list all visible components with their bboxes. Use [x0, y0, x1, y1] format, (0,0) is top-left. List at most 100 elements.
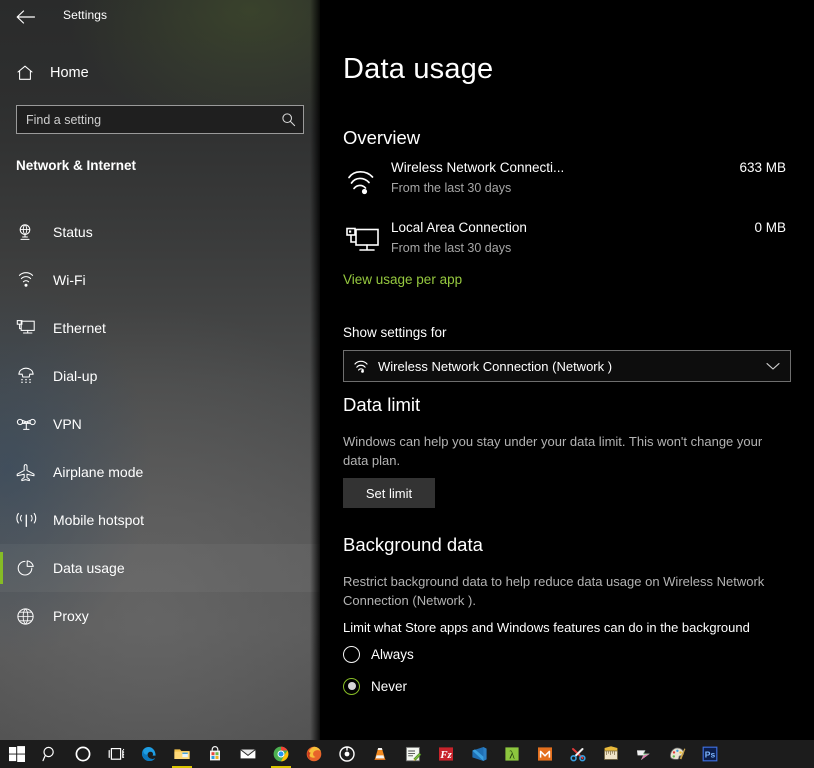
- notepad-pencil-icon: [405, 746, 421, 762]
- svg-text:Ps: Ps: [704, 750, 715, 760]
- cortana-button[interactable]: [66, 740, 99, 768]
- wifi-icon: [16, 271, 44, 289]
- network-select[interactable]: Wireless Network Connection (Network ): [343, 350, 791, 382]
- edge-icon: [141, 747, 156, 761]
- back-button[interactable]: [10, 4, 40, 30]
- connection-subtitle: From the last 30 days: [391, 181, 512, 195]
- sidebar-item-data-usage[interactable]: Data usage: [0, 544, 320, 592]
- taskbar: Fz λ Ps: [0, 740, 814, 768]
- vpn-icon: [16, 417, 44, 431]
- search-box[interactable]: [16, 105, 304, 134]
- sidebar-item-wifi[interactable]: Wi-Fi: [0, 256, 320, 304]
- vlc-cone-icon: [374, 748, 385, 760]
- store-bag-icon: [209, 746, 220, 761]
- radio-option-always[interactable]: Always: [343, 642, 414, 666]
- lambda-app-button[interactable]: λ: [495, 740, 528, 768]
- airplane-icon: [16, 463, 44, 482]
- paint-palette-icon: [669, 747, 685, 760]
- notepadpp-button[interactable]: [396, 740, 429, 768]
- view-usage-per-app-link[interactable]: View usage per app: [343, 272, 462, 287]
- background-data-description: Restrict background data to help reduce …: [343, 574, 765, 608]
- page-title: Data usage: [343, 53, 494, 85]
- sidebar-item-status[interactable]: Status: [0, 208, 320, 256]
- window-title: Settings: [63, 8, 108, 22]
- xmind-button[interactable]: [528, 740, 561, 768]
- sidebar: Settings Home Network & Internet: [0, 0, 320, 740]
- task-view-icon: [108, 747, 124, 760]
- sidebar-item-label: Mobile hotspot: [53, 512, 145, 528]
- filezilla-icon: Fz: [438, 747, 453, 761]
- sidebar-item-ethernet[interactable]: Ethernet: [0, 304, 320, 352]
- globe-icon: [16, 607, 44, 626]
- set-limit-button[interactable]: Set limit: [343, 478, 435, 508]
- chevron-down-icon: [756, 362, 790, 371]
- sidebar-item-label: Status: [53, 224, 93, 240]
- background-data-heading: Background data: [343, 534, 483, 555]
- sidebar-item-mobile-hotspot[interactable]: Mobile hotspot: [0, 496, 320, 544]
- ruler-icon: [603, 746, 618, 760]
- paint-button[interactable]: [660, 740, 693, 768]
- sidebar-item-vpn[interactable]: VPN: [0, 400, 320, 448]
- sidebar-item-proxy[interactable]: Proxy: [0, 592, 320, 640]
- connection-subtitle: From the last 30 days: [391, 241, 512, 255]
- file-explorer-button[interactable]: [165, 740, 198, 768]
- sidebar-item-label: Airplane mode: [53, 464, 144, 480]
- connection-name: Wireless Network Connecti...: [391, 160, 565, 175]
- folder-icon: [173, 749, 190, 759]
- microsoft-store-button[interactable]: [198, 740, 231, 768]
- connection-row-wireless: Wireless Network Connecti... From the la…: [343, 160, 795, 206]
- dialup-phone-icon: [16, 367, 44, 385]
- search-input[interactable]: [17, 106, 273, 133]
- firefox-button[interactable]: [297, 740, 330, 768]
- lambda-icon: λ: [504, 747, 519, 761]
- photoshop-button[interactable]: Ps: [693, 740, 726, 768]
- snip-tool-button[interactable]: [561, 740, 594, 768]
- sidebar-nav-list: Status Wi-Fi Ethernet Dial-up VPN Airpla…: [0, 208, 320, 640]
- mail-button[interactable]: [231, 740, 264, 768]
- ruler-app-button[interactable]: [594, 740, 627, 768]
- start-button[interactable]: [0, 740, 33, 768]
- data-limit-heading: Data limit: [343, 394, 421, 415]
- scissors-icon: [569, 748, 586, 762]
- task-view-button[interactable]: [99, 740, 132, 768]
- ethernet-icon: [16, 319, 44, 337]
- status-globe-icon: [16, 223, 44, 242]
- sidebar-item-label: VPN: [53, 416, 82, 432]
- network-select-value: Wireless Network Connection (Network ): [378, 358, 613, 374]
- connection-amount: 0 MB: [754, 220, 786, 235]
- category-title: Network & Internet: [16, 158, 137, 173]
- search-icon: [273, 112, 303, 127]
- sidebar-item-home[interactable]: Home: [0, 58, 320, 88]
- title-bar: Settings: [0, 0, 320, 32]
- vlc-button[interactable]: [363, 740, 396, 768]
- home-label: Home: [50, 65, 89, 81]
- sidebar-item-dialup[interactable]: Dial-up: [0, 352, 320, 400]
- vscode-button[interactable]: [462, 740, 495, 768]
- overview-heading: Overview: [343, 127, 421, 148]
- sidebar-item-airplane-mode[interactable]: Airplane mode: [0, 448, 320, 496]
- radio-label: Never: [371, 678, 408, 694]
- filezilla-button[interactable]: Fz: [429, 740, 462, 768]
- connection-amount: 633 MB: [739, 160, 786, 175]
- back-arrow-icon: [16, 10, 35, 24]
- settings-window: Settings Home Network & Internet: [0, 0, 814, 768]
- photoshop-ps-icon: Ps: [702, 746, 717, 762]
- target-circle-icon: [338, 746, 355, 762]
- search-button[interactable]: [33, 740, 66, 768]
- target-app-button[interactable]: [330, 740, 363, 768]
- chrome-icon: [273, 746, 288, 762]
- movie-maker-button[interactable]: [627, 740, 660, 768]
- sidebar-item-label: Dial-up: [53, 368, 98, 384]
- edge-button[interactable]: [132, 740, 165, 768]
- radio-button-icon[interactable]: [343, 677, 360, 695]
- connection-name: Local Area Connection: [391, 220, 527, 235]
- firefox-icon: [306, 746, 321, 762]
- sidebar-item-label: Proxy: [53, 608, 89, 624]
- radio-option-never[interactable]: Never: [343, 674, 407, 698]
- vscode-icon: [471, 747, 487, 761]
- sidebar-item-label: Data usage: [53, 560, 125, 576]
- chrome-button[interactable]: [264, 740, 297, 768]
- hotspot-icon: [16, 511, 44, 529]
- radio-button-icon[interactable]: [343, 645, 360, 663]
- svg-text:λ: λ: [509, 747, 515, 761]
